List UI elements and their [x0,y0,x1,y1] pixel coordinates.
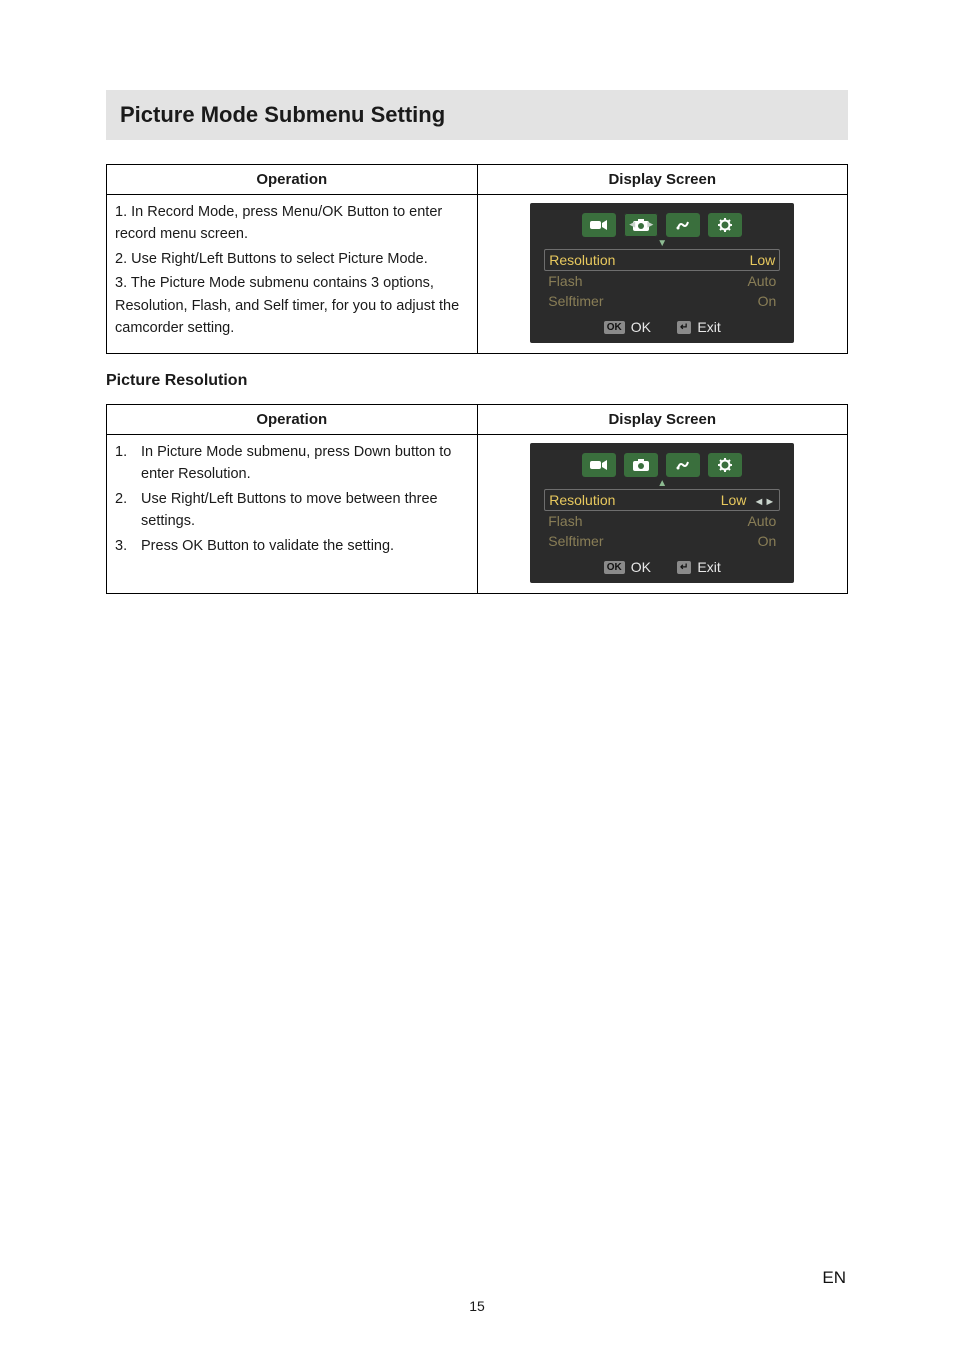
camera-icon [632,458,650,472]
ok-badge-icon: OK [604,561,625,574]
menu-row-selftimer[interactable]: Selftimer On [544,531,780,551]
display-screen-cell: ◄ ► ▼ [477,195,848,354]
menu-label: Flash [548,513,582,529]
picture-resolution-table: Operation Display Screen In Picture Mode… [106,404,848,594]
footer-ok[interactable]: OK OK [604,559,651,575]
up-caret-icon: ▲ [540,479,784,489]
language-code: EN [822,1268,846,1288]
menu-value: Auto [747,273,776,289]
return-icon: ↵ [677,561,691,574]
tab-effect[interactable] [666,453,700,477]
tab-effect[interactable] [666,213,700,237]
video-icon [590,218,608,232]
section-heading: Picture Mode Submenu Setting [120,102,834,128]
menu-value: Low [721,492,747,508]
menu-value: On [758,293,777,309]
menu-row-resolution[interactable]: Resolution Low [544,249,780,271]
footer-exit-label: Exit [697,559,720,575]
col-header-display-screen: Display Screen [477,165,848,195]
step-text: The Picture Mode submenu contains 3 opti… [115,275,459,336]
footer-exit[interactable]: ↵ Exit [677,319,721,335]
step-text: Use Right/Left Buttons to move between t… [115,488,469,533]
tab-picture[interactable]: ◄ ► [624,213,658,237]
menu-label: Resolution [549,252,615,268]
effect-icon [674,458,692,472]
display-screen-cell: ▲ Resolution Low ◄► Flash Auto [477,435,848,594]
menu-row-selftimer[interactable]: Selftimer On [544,291,780,311]
ok-badge-icon: OK [604,321,625,334]
settings-icon [716,458,734,472]
tab-video[interactable] [582,213,616,237]
footer-ok[interactable]: OK OK [604,319,651,335]
operation-cell: 1. In Record Mode, press Menu/OK Button … [107,195,478,354]
subsection-heading: Picture Resolution [106,372,848,390]
tab-settings[interactable] [708,213,742,237]
col-header-display-screen: Display Screen [477,405,848,435]
step-text: In Picture Mode submenu, press Down butt… [115,441,469,486]
menu-label: Flash [548,273,582,289]
right-caret-icon: ► [645,220,655,231]
operation-cell: In Picture Mode submenu, press Down butt… [107,435,478,594]
menu-value: On [758,533,777,549]
menu-label: Selftimer [548,293,603,309]
col-header-operation: Operation [107,405,478,435]
step-text: Press OK Button to validate the setting. [115,535,469,557]
menu-row-resolution[interactable]: Resolution Low ◄► [544,489,780,511]
menu-row-flash[interactable]: Flash Auto [544,511,780,531]
tab-video[interactable] [582,453,616,477]
step-text: Use Right/Left Buttons to select Picture… [131,251,428,267]
footer-ok-label: OK [631,319,651,335]
tab-settings[interactable] [708,453,742,477]
page-number: 15 [0,1298,954,1314]
footer-ok-label: OK [631,559,651,575]
camcorder-screen: ▲ Resolution Low ◄► Flash Auto [530,443,794,583]
menu-row-flash[interactable]: Flash Auto [544,271,780,291]
menu-label: Selftimer [548,533,603,549]
left-caret-icon: ◄ [627,220,637,231]
menu-label: Resolution [549,492,615,508]
col-header-operation: Operation [107,165,478,195]
down-caret-icon: ▼ [540,239,784,249]
tab-picture[interactable] [624,453,658,477]
left-right-caret-icon: ◄► [750,496,775,508]
video-icon [590,458,608,472]
menu-value: Auto [747,513,776,529]
submenu-setting-table: Operation Display Screen 1. In Record Mo… [106,164,848,354]
footer-exit[interactable]: ↵ Exit [677,559,721,575]
settings-icon [716,218,734,232]
effect-icon [674,218,692,232]
footer-exit-label: Exit [697,319,720,335]
camcorder-screen: ◄ ► ▼ [530,203,794,343]
menu-value: Low [750,252,776,268]
step-text: In Record Mode, press Menu/OK Button to … [115,204,442,242]
return-icon: ↵ [677,321,691,334]
